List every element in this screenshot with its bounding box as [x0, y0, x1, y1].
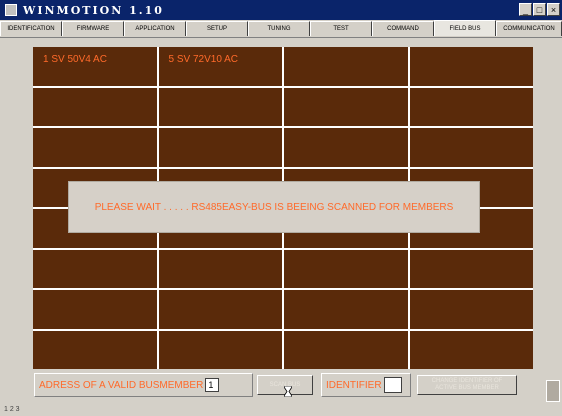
bus-member-cell[interactable]	[33, 249, 157, 288]
bus-member-cell[interactable]	[33, 290, 157, 329]
bus-member-cell[interactable]: 5 SV 72V10 AC	[158, 47, 282, 86]
change-button-line2: ACTIVE BUS MEMBER	[435, 385, 499, 391]
close-button[interactable]: ×	[547, 3, 560, 16]
tab-command[interactable]: COMMAND	[372, 21, 434, 36]
bus-member-cell[interactable]	[33, 87, 157, 126]
bus-member-cell[interactable]	[284, 249, 408, 288]
identifier-input[interactable]	[383, 377, 402, 393]
address-input[interactable]: 1	[205, 378, 220, 392]
scroll-handle[interactable]	[546, 380, 560, 402]
bus-member-cell[interactable]	[409, 128, 533, 167]
bus-member-cell[interactable]	[409, 87, 533, 126]
scan-progress-dialog: PLEASE WAIT . . . . . RS485EASY-BUS IS B…	[68, 181, 480, 233]
bus-member-cell[interactable]	[33, 330, 157, 369]
bus-member-cell[interactable]: 1 SV 50V4 AC	[33, 47, 157, 86]
window-title: WINMOTION 1.10	[23, 3, 164, 17]
restore-button[interactable]: □	[533, 3, 546, 16]
bus-member-cell[interactable]	[284, 128, 408, 167]
tab-communication[interactable]: COMMUNICATION	[496, 21, 562, 36]
bus-member-cell[interactable]	[284, 47, 408, 86]
tab-identification[interactable]: IDENTIFICATION	[0, 21, 62, 36]
bottom-toolbar: ADRESS OF A VALID BUSMEMBER 1 SCAN BUS I…	[34, 371, 526, 399]
title-bar: WINMOTION 1.10 _ □ ×	[0, 0, 562, 20]
bus-member-cell[interactable]	[158, 87, 282, 126]
bus-member-cell[interactable]	[284, 290, 408, 329]
identifier-group: IDENTIFIER	[321, 373, 411, 397]
change-identifier-button[interactable]: CHANGE IDENTIFIER OF ACTIVE BUS MEMBER	[417, 375, 517, 395]
minimize-button[interactable]: _	[519, 3, 532, 16]
tab-test[interactable]: TEST	[310, 21, 372, 36]
bus-member-cell[interactable]	[409, 47, 533, 86]
tab-tuning[interactable]: TUNING	[248, 21, 310, 36]
bus-member-cell[interactable]	[158, 249, 282, 288]
scan-message: PLEASE WAIT . . . . . RS485EASY-BUS IS B…	[94, 201, 454, 213]
bus-member-cell[interactable]	[158, 128, 282, 167]
tab-firmware[interactable]: FIRMWARE	[62, 21, 124, 36]
tab-application[interactable]: APPLICATION	[124, 21, 186, 36]
hourglass-cursor-icon	[284, 386, 292, 397]
bus-member-cell[interactable]	[409, 330, 533, 369]
status-bar: 1 2 3	[0, 404, 562, 416]
window-controls: _ □ ×	[519, 3, 560, 16]
bus-member-cell[interactable]	[33, 128, 157, 167]
bus-member-cell[interactable]	[158, 290, 282, 329]
app-icon	[5, 4, 17, 16]
bus-member-cell[interactable]	[409, 290, 533, 329]
tab-bar: IDENTIFICATION FIRMWARE APPLICATION SETU…	[0, 20, 562, 38]
bus-member-cell[interactable]	[284, 330, 408, 369]
tab-setup[interactable]: SETUP	[186, 21, 248, 36]
bus-member-cell[interactable]	[158, 330, 282, 369]
address-group: ADRESS OF A VALID BUSMEMBER 1	[34, 373, 253, 397]
identifier-label: IDENTIFIER	[326, 379, 382, 391]
bus-member-cell[interactable]	[409, 249, 533, 288]
tab-field-bus[interactable]: FIELD BUS	[434, 20, 496, 36]
bus-member-cell[interactable]	[284, 87, 408, 126]
address-label: ADRESS OF A VALID BUSMEMBER	[39, 379, 204, 391]
change-button-line1: CHANGE IDENTIFIER OF	[431, 378, 503, 384]
